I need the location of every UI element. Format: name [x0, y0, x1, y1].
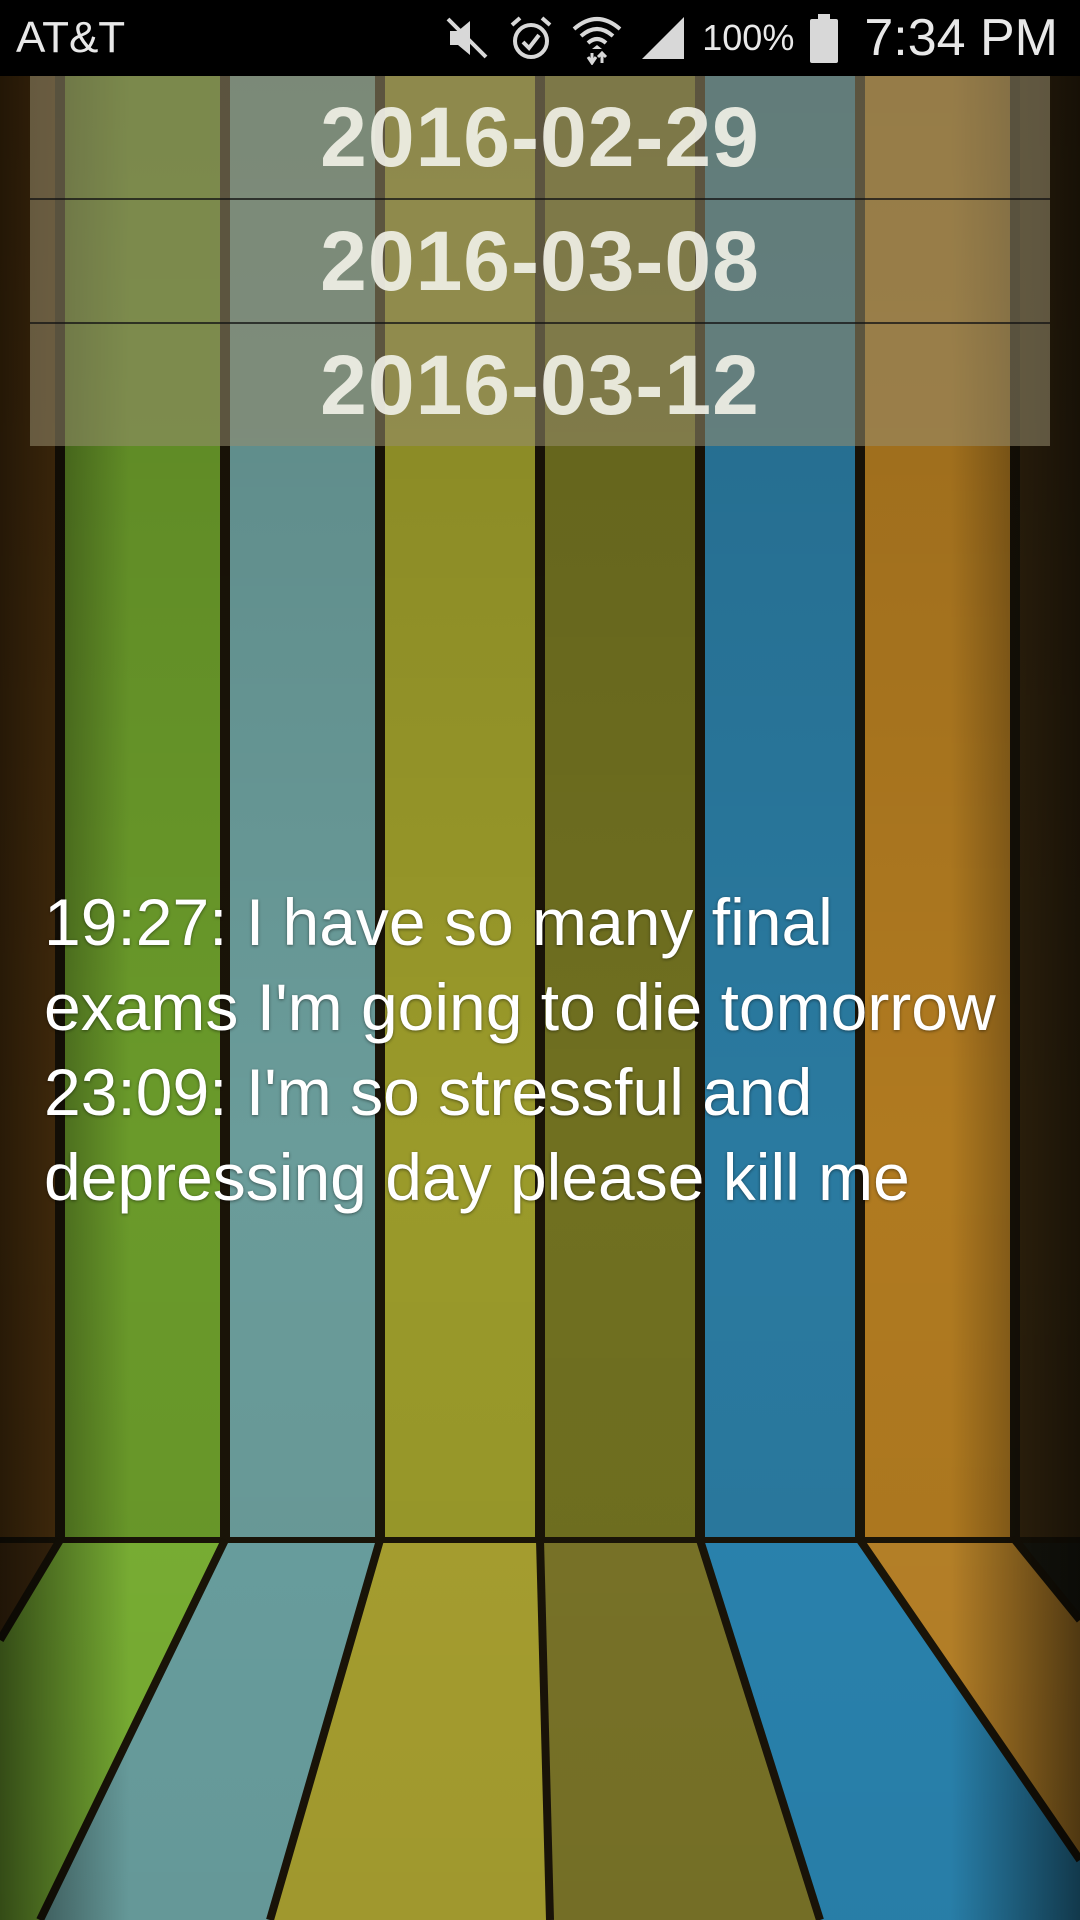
- date-list: 2016-02-29 2016-03-08 2016-03-12: [30, 76, 1050, 446]
- status-bar: AT&T 100% 7:34 PM: [0, 0, 1080, 76]
- clock: 7:34 PM: [864, 9, 1058, 67]
- status-icons: 100% 7:34 PM: [442, 8, 1058, 68]
- diary-entry: 23:09: I'm so stressful and depressing d…: [44, 1055, 910, 1214]
- alarm-icon: [510, 16, 552, 59]
- battery-icon: [810, 14, 839, 63]
- date-item[interactable]: 2016-03-12: [30, 324, 1050, 446]
- diary-entries: 19:27: I have so many final exams I'm go…: [44, 880, 1044, 1220]
- date-item[interactable]: 2016-02-29: [30, 76, 1050, 200]
- app-screen: AT&T 100% 7:34 PM 2016-02-29 2016-03-08 …: [0, 0, 1080, 1920]
- date-item[interactable]: 2016-03-08: [30, 200, 1050, 324]
- signal-icon: [642, 17, 685, 59]
- battery-percent: 100%: [702, 17, 795, 58]
- carrier-label: AT&T: [16, 13, 126, 62]
- wifi-icon: [572, 17, 622, 65]
- diary-entry: 19:27: I have so many final exams I'm go…: [44, 885, 996, 1044]
- mute-icon: [446, 17, 488, 59]
